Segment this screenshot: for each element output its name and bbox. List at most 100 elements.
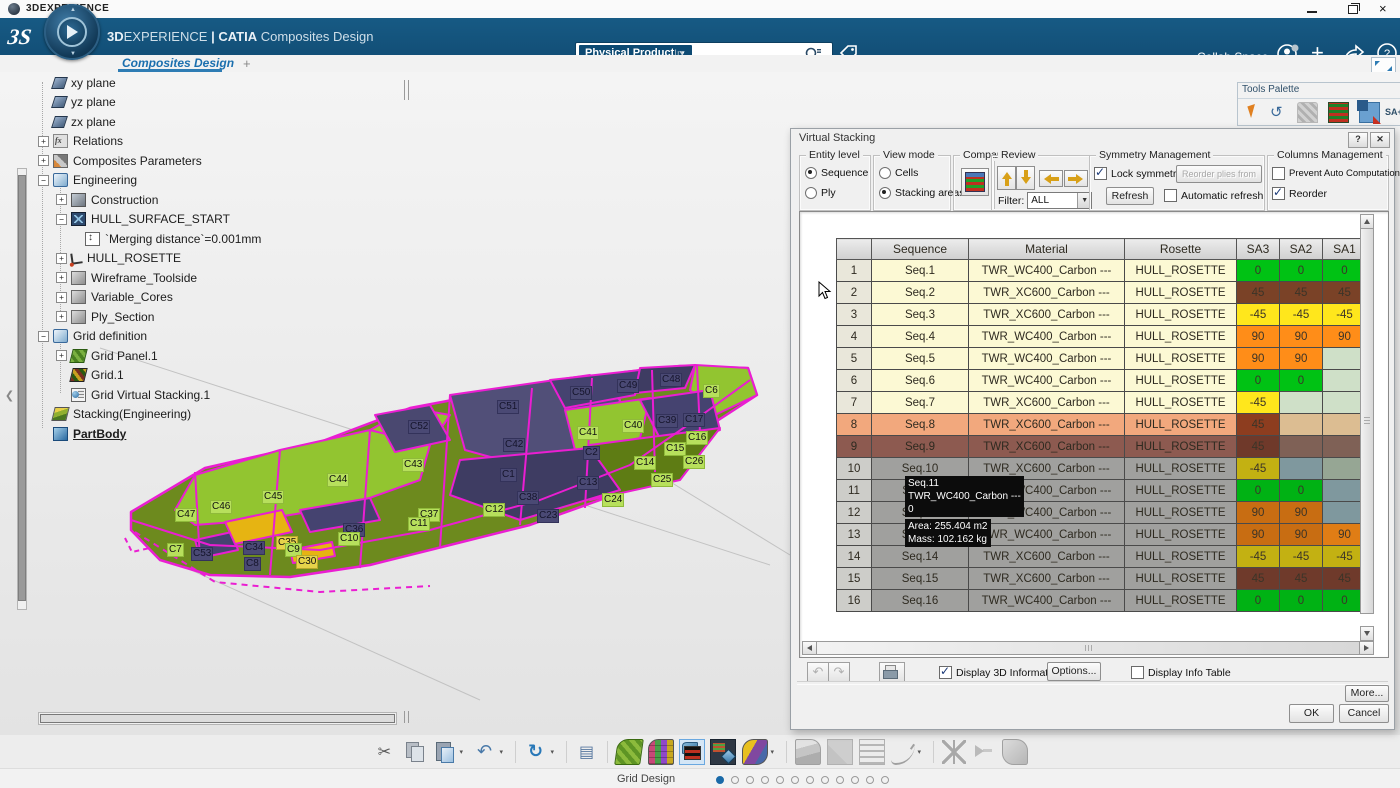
pager-dot-3[interactable]: [746, 776, 754, 784]
sa3-cell[interactable]: 90: [1236, 325, 1280, 348]
surface-mesh-icon[interactable]: [613, 738, 644, 765]
sa3-cell[interactable]: 0: [1236, 479, 1280, 502]
row-number[interactable]: 1: [836, 259, 872, 282]
stacking-list-icon[interactable]: [858, 738, 885, 765]
rosette-cell[interactable]: HULL_ROSETTE: [1124, 589, 1237, 612]
panel-label-C42[interactable]: C42: [503, 438, 526, 452]
display-info-table-checkbox[interactable]: Display Info Table: [1131, 666, 1231, 679]
dropdown-caret-icon[interactable]: ▾: [500, 748, 507, 756]
column-header-Rosette[interactable]: Rosette: [1124, 238, 1237, 260]
dropdown-caret-icon[interactable]: ▾: [460, 748, 467, 756]
sa2-cell[interactable]: 0: [1279, 259, 1323, 282]
collapse-panel-chevron[interactable]: ❮: [3, 388, 16, 405]
sa3-cell[interactable]: 45: [1236, 413, 1280, 436]
solid-sweep-icon[interactable]: [1001, 738, 1028, 765]
minimize-button[interactable]: [1297, 2, 1327, 16]
rotate-view-icon[interactable]: [1268, 103, 1287, 122]
splitter-mark[interactable]: [404, 80, 405, 100]
tree-expander[interactable]: +: [38, 135, 49, 147]
panel-label-C1[interactable]: C1: [500, 468, 517, 482]
pager-dot-9[interactable]: [836, 776, 844, 784]
pager-dot-7[interactable]: [806, 776, 814, 784]
material-cell[interactable]: TWR_XC600_Carbon ---: [968, 303, 1125, 326]
panel-label-C11[interactable]: C11: [408, 517, 430, 531]
panel-label-C47[interactable]: C47: [175, 508, 198, 522]
tree-item-grid-definition[interactable]: − Grid definition: [38, 327, 147, 346]
add-tab-button[interactable]: +: [243, 56, 251, 71]
sa2-cell[interactable]: 45: [1279, 567, 1323, 590]
rosette-cell[interactable]: HULL_ROSETTE: [1124, 457, 1237, 480]
rosette-cell[interactable]: HULL_ROSETTE: [1124, 501, 1237, 524]
tree-item-wireframe-toolside[interactable]: + Wireframe_Toolside: [56, 268, 197, 287]
sa-plus-icon[interactable]: SA+: [1385, 103, 1400, 122]
panel-label-C17[interactable]: C17: [683, 413, 706, 427]
sa3-cell[interactable]: 45: [1236, 435, 1280, 458]
pager-dot-4[interactable]: [761, 776, 769, 784]
panel-label-C39[interactable]: C39: [656, 414, 679, 428]
sa2-cell[interactable]: -45: [1279, 545, 1323, 568]
pager-dot-11[interactable]: [866, 776, 874, 784]
filter-select[interactable]: ALL ▼: [1027, 192, 1093, 209]
tree-item-hull-rosette[interactable]: + HULL_ROSETTE: [56, 249, 181, 268]
compare-button[interactable]: [961, 168, 989, 196]
review-down-button[interactable]: [1016, 166, 1035, 190]
sa2-cell[interactable]: 0: [1279, 479, 1323, 502]
material-cell[interactable]: TWR_WC400_Carbon ---: [968, 589, 1125, 612]
prevent-auto-computation-checkbox[interactable]: Prevent Auto Computation: [1272, 167, 1400, 180]
sweep-surface-icon[interactable]: [741, 738, 768, 765]
sa2-cell[interactable]: 0: [1279, 589, 1323, 612]
review-up-button[interactable]: [997, 166, 1016, 190]
material-cell[interactable]: TWR_XC600_Carbon ---: [968, 435, 1125, 458]
tree-expander[interactable]: +: [56, 350, 67, 361]
dropdown-caret-icon[interactable]: ▾: [918, 748, 925, 756]
sa2-cell[interactable]: 90: [1279, 347, 1323, 370]
maximize-button[interactable]: [1338, 2, 1368, 16]
copy-icon[interactable]: [403, 740, 427, 764]
rosette-cell[interactable]: HULL_ROSETTE: [1124, 479, 1237, 502]
review-previous-button[interactable]: [1039, 170, 1063, 187]
sa2-cell[interactable]: [1279, 391, 1323, 414]
sequence-cell[interactable]: Seq.15: [871, 567, 969, 590]
row-number[interactable]: 14: [836, 545, 872, 568]
lock-symmetry-checkbox[interactable]: Lock symmetry: [1094, 165, 1182, 180]
panel-label-C7[interactable]: C7: [167, 543, 184, 557]
spline-icon[interactable]: [890, 739, 915, 765]
panel-label-C6[interactable]: C6: [703, 384, 720, 398]
sa2-cell[interactable]: [1279, 435, 1323, 458]
material-cell[interactable]: TWR_XC600_Carbon ---: [968, 281, 1125, 304]
automatic-refresh-checkbox[interactable]: Automatic refresh: [1164, 189, 1263, 202]
sa3-cell[interactable]: 0: [1236, 259, 1280, 282]
sa2-cell[interactable]: [1279, 457, 1323, 480]
row-number[interactable]: 13: [836, 523, 872, 546]
panel-label-C12[interactable]: C12: [483, 503, 506, 517]
play-icon[interactable]: [67, 25, 78, 39]
panel-label-C48[interactable]: C48: [660, 373, 683, 387]
sequence-cell[interactable]: Seq.7: [871, 391, 969, 414]
panel-label-C34[interactable]: C34: [243, 541, 266, 555]
panel-label-C2[interactable]: C2: [583, 446, 600, 460]
sequence-cell[interactable]: Seq.1: [871, 259, 969, 282]
panel-label-C49[interactable]: C49: [617, 379, 640, 393]
tree-item-yz-plane[interactable]: yz plane: [38, 93, 116, 112]
row-number[interactable]: 8: [836, 413, 872, 436]
paste-icon[interactable]: [433, 740, 457, 764]
tree-expander[interactable]: −: [38, 330, 49, 342]
tree-vertical-scrollbar[interactable]: [17, 168, 27, 610]
row-number[interactable]: 16: [836, 589, 872, 612]
sequence-cell[interactable]: Seq.6: [871, 369, 969, 392]
column-header-Sequence[interactable]: Sequence: [871, 238, 969, 260]
plies-edit-icon[interactable]: [826, 738, 853, 765]
panel-label-C51[interactable]: C51: [497, 400, 520, 414]
rosette-cell[interactable]: HULL_ROSETTE: [1124, 413, 1237, 436]
undo-button[interactable]: ↶: [807, 662, 829, 682]
panel-label-C26[interactable]: C26: [683, 455, 706, 469]
sa3-cell[interactable]: 0: [1236, 369, 1280, 392]
tree-item-grid-panel-1[interactable]: + Grid Panel.1: [56, 346, 158, 365]
tree-item-grid-virtual-stacking-1[interactable]: Grid Virtual Stacking.1: [56, 385, 210, 404]
tree-expander[interactable]: +: [56, 291, 67, 303]
row-number[interactable]: 11: [836, 479, 872, 502]
refresh-button[interactable]: Refresh: [1106, 187, 1154, 205]
stacking-table-icon[interactable]: [709, 738, 736, 765]
rosette-transfer-icon[interactable]: [941, 739, 966, 764]
panel-label-C44[interactable]: C44: [327, 473, 350, 487]
